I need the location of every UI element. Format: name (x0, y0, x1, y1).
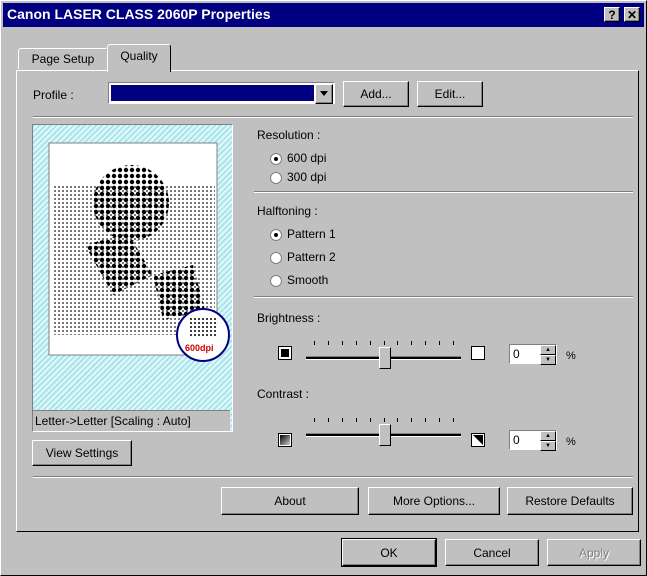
contrast-label: Contrast : (257, 387, 310, 401)
slider-tick (411, 418, 413, 422)
brightness-spinner[interactable]: 0 ▲ ▼ (509, 344, 557, 365)
divider (33, 116, 633, 118)
profile-dropdown-button[interactable] (315, 84, 333, 104)
radio-pattern1-label: Pattern 1 (287, 227, 336, 241)
scaling-caption: Letter->Letter [Scaling : Auto] (35, 414, 191, 428)
brightness-light-icon (471, 346, 485, 360)
divider (254, 191, 633, 193)
contrast-high-icon (471, 433, 485, 447)
more-options-button[interactable]: More Options... (368, 487, 500, 515)
contrast-low-icon (278, 433, 292, 447)
restore-defaults-button[interactable]: Restore Defaults (507, 487, 633, 515)
contrast-value: 0 (513, 433, 520, 447)
brightness-unit: % (566, 350, 576, 362)
radio-smooth-label: Smooth (287, 273, 329, 287)
preview-image (48, 142, 230, 362)
slider-tick (341, 341, 343, 345)
about-button[interactable]: About (221, 487, 359, 515)
slider-tick (327, 418, 329, 422)
slider-thumb[interactable] (378, 347, 391, 369)
close-icon: ✕ (626, 8, 638, 22)
slider-tick (411, 341, 413, 345)
profile-select[interactable] (108, 82, 335, 104)
resolution-badge: 600dpi (185, 343, 214, 353)
preview-caption-bar: Letter->Letter [Scaling : Auto] (33, 410, 230, 431)
slider-tick (425, 341, 427, 345)
tab-page-setup-label: Page Setup (31, 52, 95, 66)
slider-tick (383, 341, 385, 345)
print-preview: 600dpi Letter->Letter [Scaling : Auto] (32, 124, 233, 432)
slider-thumb[interactable] (378, 424, 391, 446)
tab-page-setup[interactable]: Page Setup (18, 48, 108, 69)
slider-tick (453, 418, 454, 422)
slider-tick (341, 418, 343, 422)
slider-tick (314, 418, 315, 422)
contrast-unit: % (566, 436, 576, 448)
chevron-down-icon (320, 91, 328, 96)
slider-tick (355, 341, 357, 345)
radio-300dpi[interactable] (270, 172, 282, 184)
cancel-button[interactable]: Cancel (445, 539, 539, 566)
radio-smooth[interactable] (270, 275, 282, 287)
slider-tick (355, 418, 357, 422)
contrast-slider[interactable] (306, 414, 461, 446)
properties-dialog: Canon LASER CLASS 2060P Properties ? ✕ P… (0, 0, 647, 576)
brightness-label: Brightness : (257, 311, 321, 325)
radio-pattern2-label: Pattern 2 (287, 250, 336, 264)
slider-tick (453, 341, 454, 345)
window-title: Canon LASER CLASS 2060P Properties (7, 6, 271, 22)
help-button[interactable]: ? (604, 7, 620, 22)
slider-tick (383, 418, 385, 422)
slider-tick (327, 341, 329, 345)
resolution-label: Resolution : (257, 128, 321, 142)
tab-quality[interactable]: Quality (107, 44, 171, 72)
divider (254, 296, 633, 298)
radio-pattern1[interactable] (270, 229, 282, 241)
profile-label: Profile : (33, 88, 74, 102)
slider-tick (369, 341, 371, 345)
spin-up-icon[interactable]: ▲ (540, 345, 556, 355)
radio-600dpi[interactable] (270, 153, 282, 165)
profile-value (111, 85, 314, 101)
spin-down-icon[interactable]: ▼ (540, 355, 556, 365)
help-icon: ? (608, 8, 616, 22)
divider (33, 476, 633, 478)
slider-tick (369, 418, 371, 422)
spin-down-icon[interactable]: ▼ (540, 441, 556, 451)
radio-300dpi-label: 300 dpi (287, 170, 327, 184)
slider-tick (397, 418, 399, 422)
slider-tick (314, 341, 315, 345)
radio-pattern2[interactable] (270, 252, 282, 264)
contrast-spinner[interactable]: 0 ▲ ▼ (509, 430, 557, 451)
view-settings-button[interactable]: View Settings (32, 440, 132, 466)
brightness-dark-icon (278, 346, 292, 360)
slider-tick (439, 418, 441, 422)
add-profile-button[interactable]: Add... (343, 81, 409, 107)
close-button[interactable]: ✕ (624, 7, 640, 22)
slider-tick (439, 341, 441, 345)
slider-tick (425, 418, 427, 422)
brightness-value: 0 (513, 347, 520, 361)
halftoning-label: Halftoning : (257, 204, 318, 218)
tab-quality-label: Quality (120, 49, 158, 63)
apply-button[interactable]: Apply (547, 539, 641, 566)
edit-profile-button[interactable]: Edit... (417, 81, 483, 107)
brightness-slider[interactable] (306, 337, 461, 369)
slider-tick (397, 341, 399, 345)
title-bar[interactable]: Canon LASER CLASS 2060P Properties ? ✕ (3, 3, 644, 27)
spin-up-icon[interactable]: ▲ (540, 431, 556, 441)
ok-button[interactable]: OK (341, 538, 437, 567)
radio-600dpi-label: 600 dpi (287, 151, 327, 165)
